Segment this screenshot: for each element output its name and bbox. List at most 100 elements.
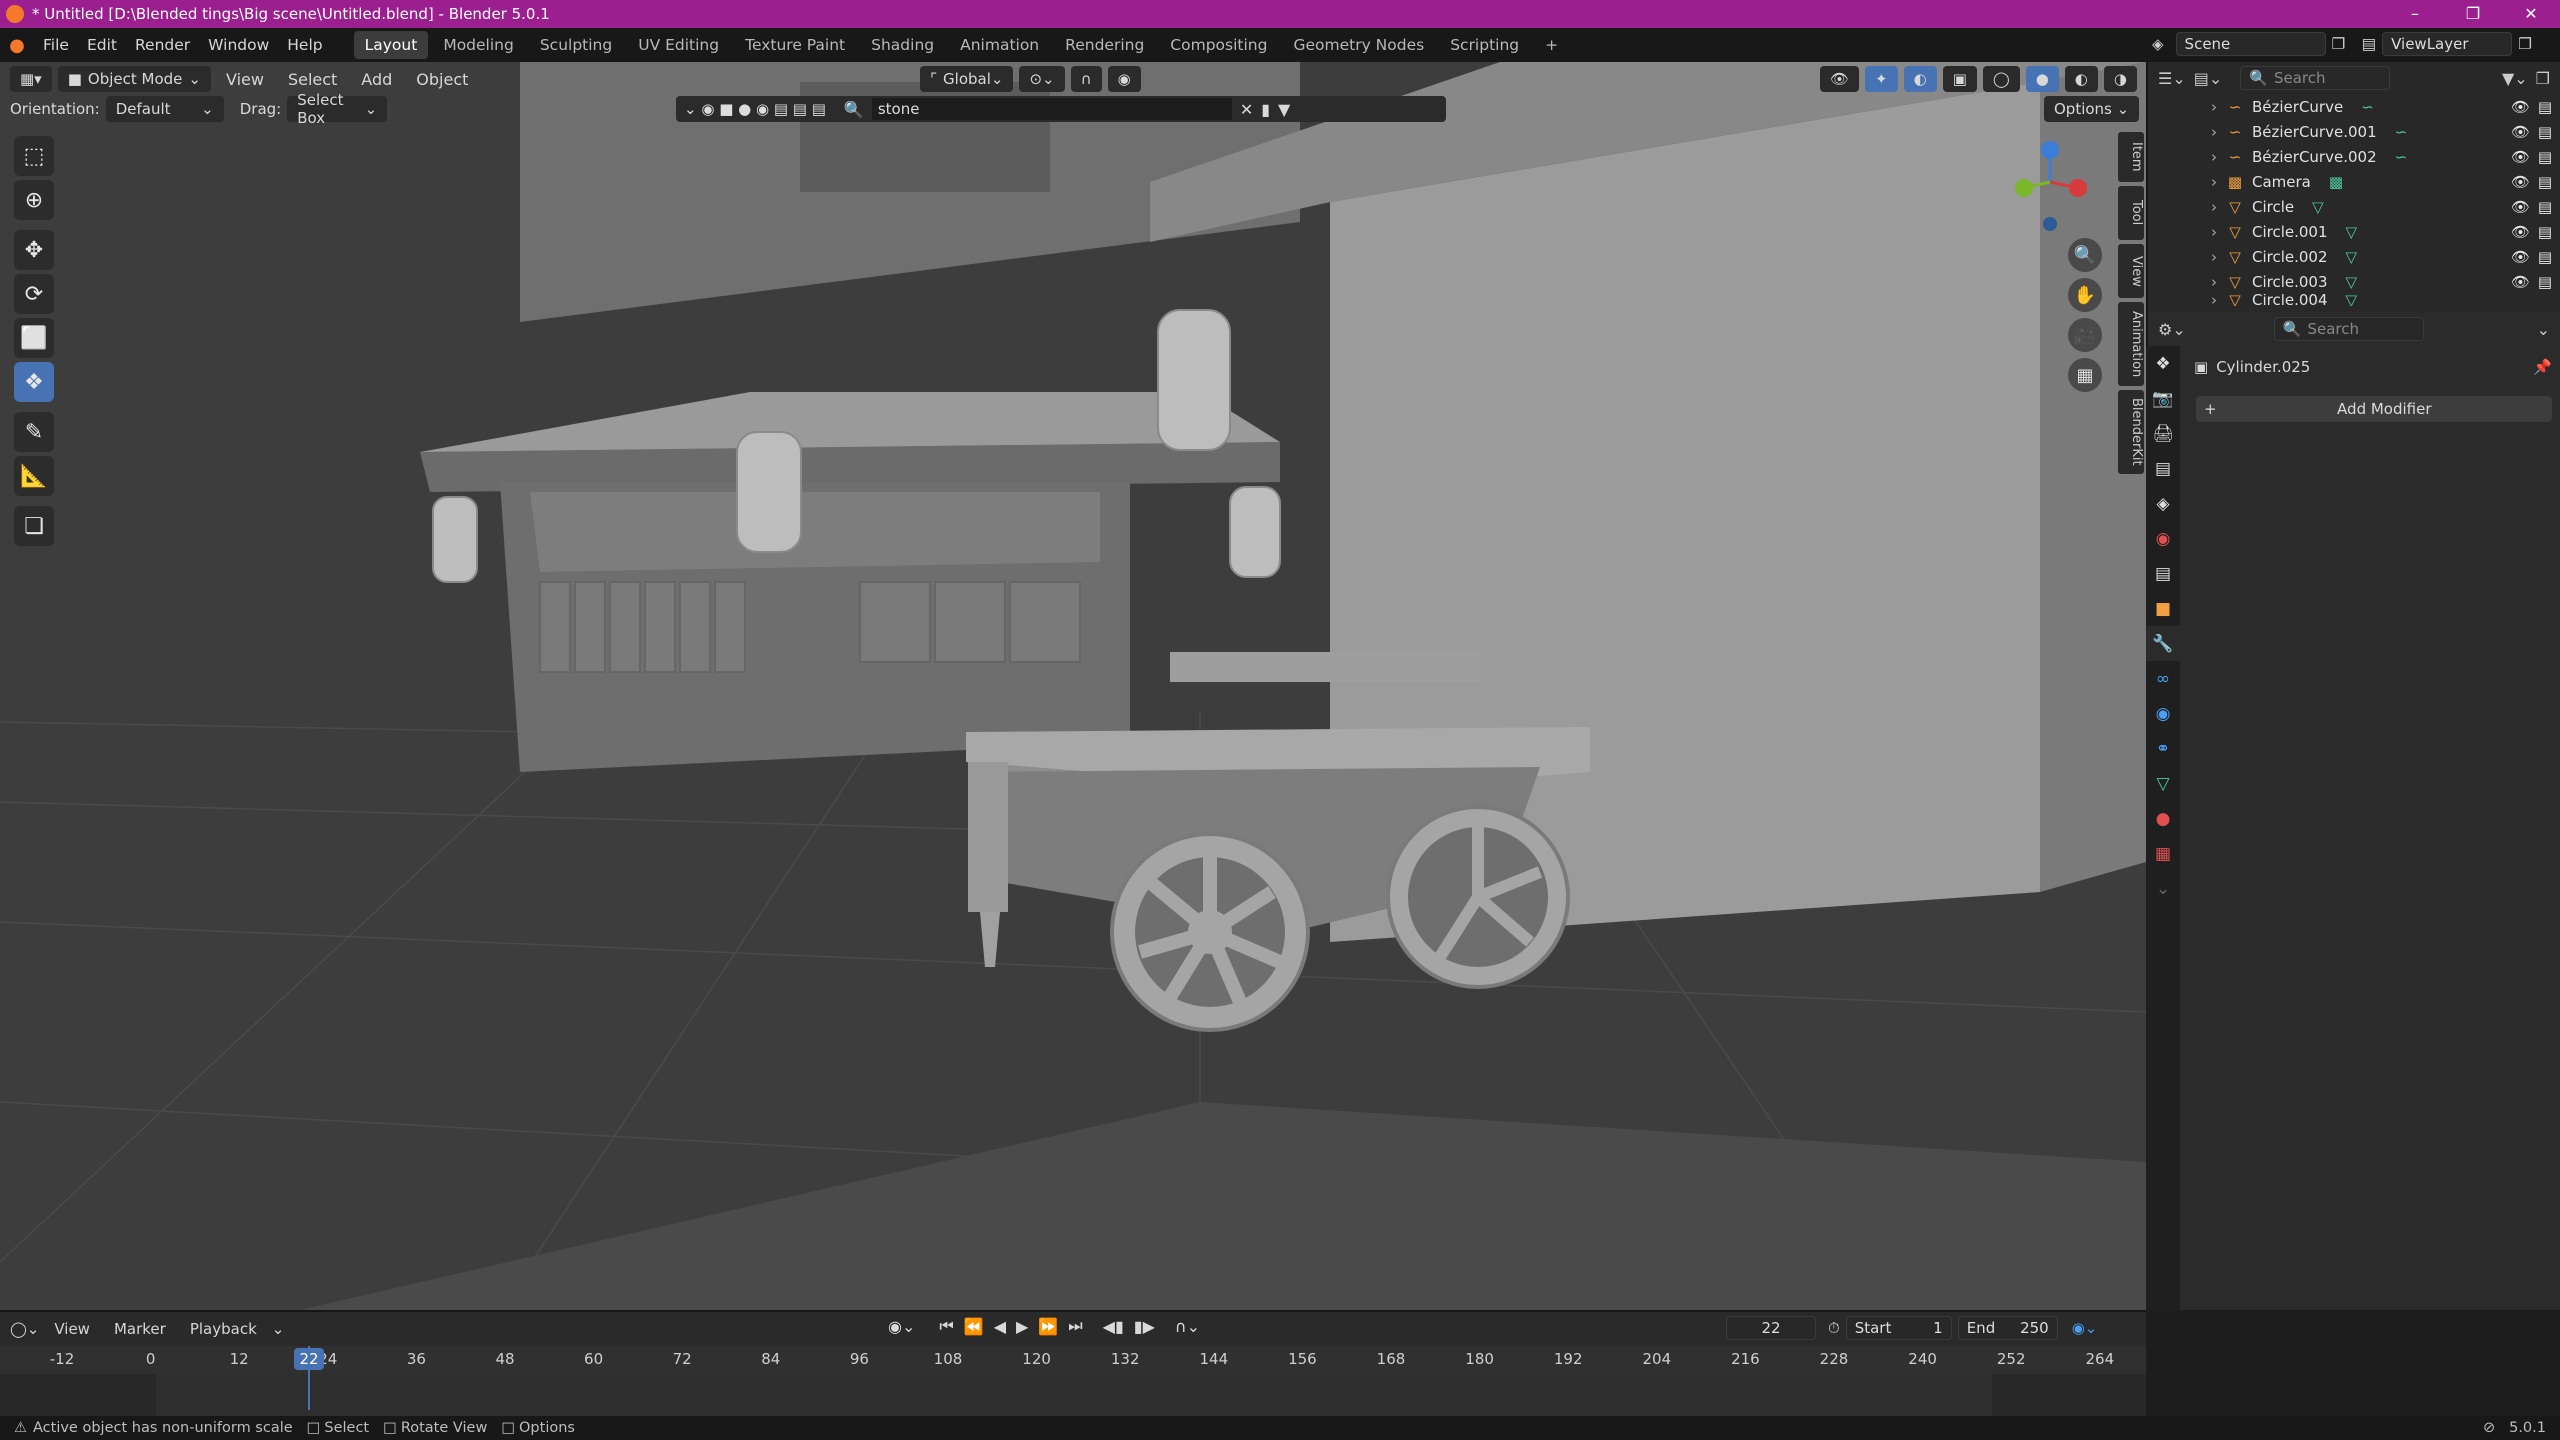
snap-icon[interactable]: ∩: [1070, 66, 1102, 92]
annotate-icon[interactable]: ✎: [14, 412, 54, 452]
rendered-shading-icon[interactable]: ◑: [2103, 66, 2137, 92]
next-keyframe-icon[interactable]: ⏩: [1038, 1317, 1058, 1336]
overlay-icon[interactable]: ◐: [1903, 66, 1937, 92]
tab-uv-editing[interactable]: UV Editing: [627, 31, 730, 59]
viewport-menu-object[interactable]: Object: [407, 70, 477, 89]
filter-funnel-icon[interactable]: ▼: [1278, 100, 1290, 119]
data-tab-icon[interactable]: ▽: [2146, 766, 2180, 801]
camera-render-icon[interactable]: ▤: [2538, 273, 2552, 291]
prev-marker-icon[interactable]: ◀▮: [1103, 1317, 1124, 1336]
particles-tab-icon[interactable]: ∞: [2146, 661, 2180, 696]
viewport-menu-select[interactable]: Select: [279, 70, 346, 89]
texture-tab-icon[interactable]: ▦: [2146, 836, 2180, 871]
eye-icon[interactable]: 👁: [2511, 223, 2530, 241]
world-tab-icon[interactable]: ◉: [2146, 521, 2180, 556]
play-reverse-icon[interactable]: ◀: [994, 1317, 1006, 1336]
eye-icon[interactable]: 👁: [2511, 198, 2530, 216]
properties-editor-icon[interactable]: ⚙⌄: [2158, 320, 2186, 339]
tab-rendering[interactable]: Rendering: [1054, 31, 1155, 59]
solid-shading-icon[interactable]: ●: [2025, 66, 2059, 92]
material-tab-icon[interactable]: ●: [2146, 801, 2180, 836]
scene-tab-icon[interactable]: ◈: [2146, 486, 2180, 521]
end-frame-field[interactable]: End 250: [1957, 1316, 2058, 1340]
next-marker-icon[interactable]: ▮▶: [1134, 1317, 1155, 1336]
outliner-item[interactable]: › ▽ Circle ▽ 👁 ▤: [2148, 194, 2560, 219]
measure-icon[interactable]: 📐: [14, 456, 54, 496]
filter-toggle-icons[interactable]: ⌄ ◉ ■ ● ◉ ▤ ▤ ▤: [684, 100, 826, 118]
start-frame-field[interactable]: Start 1: [1845, 1316, 1952, 1340]
viewport-menu-add[interactable]: Add: [352, 70, 401, 89]
chevron-down-icon[interactable]: ⌄: [2537, 320, 2550, 339]
expand-arrow-icon[interactable]: ›: [2204, 223, 2224, 241]
expand-arrow-icon[interactable]: ›: [2204, 273, 2224, 291]
pin-icon[interactable]: 📌: [2533, 358, 2552, 376]
tab-blenderkit[interactable]: BlenderKit: [2118, 390, 2144, 474]
camera-render-icon[interactable]: ▤: [2538, 148, 2552, 166]
viewport-menu-view[interactable]: View: [217, 70, 273, 89]
filter-search-input[interactable]: [871, 98, 1232, 120]
eye-icon[interactable]: 👁: [2511, 248, 2530, 266]
keying-icon[interactable]: ∩⌄: [1175, 1317, 1200, 1336]
expand-arrow-icon[interactable]: ›: [2204, 198, 2224, 216]
modifier-tab-icon[interactable]: 🔧: [2146, 626, 2180, 661]
minimize-icon[interactable]: –: [2386, 0, 2444, 28]
tab-modeling[interactable]: Modeling: [432, 31, 525, 59]
view-layer-field[interactable]: ViewLayer: [2382, 32, 2513, 56]
tab-item[interactable]: Item: [2118, 132, 2144, 182]
maximize-icon[interactable]: ❐: [2444, 0, 2502, 28]
camera-render-icon[interactable]: ▤: [2538, 198, 2552, 216]
outliner-search[interactable]: 🔍 Search: [2240, 66, 2391, 90]
navigation-gizmo[interactable]: [2000, 132, 2100, 232]
menu-file[interactable]: File: [34, 36, 78, 54]
playhead-frame[interactable]: 22: [294, 1348, 324, 1370]
prev-keyframe-icon[interactable]: ⏪: [964, 1317, 984, 1336]
display-mode-icon[interactable]: ▤⌄: [2194, 69, 2223, 88]
jump-end-icon[interactable]: ⏭: [1068, 1316, 1082, 1336]
eye-icon[interactable]: 👁: [2511, 173, 2530, 191]
blender-menu-icon[interactable]: ●: [0, 35, 34, 56]
view-layer-tab-icon[interactable]: ▤: [2146, 451, 2180, 486]
tab-layout[interactable]: Layout: [353, 31, 429, 59]
material-shading-icon[interactable]: ◐: [2064, 66, 2098, 92]
visibility-icon[interactable]: 👁: [1820, 66, 1860, 92]
camera-render-icon[interactable]: ▤: [2538, 98, 2552, 116]
move-icon[interactable]: ✥: [14, 230, 54, 270]
drag-dropdown[interactable]: Select Box ⌄: [287, 91, 388, 127]
outliner-item[interactable]: › ▽ Circle.003 ▽ 👁 ▤: [2148, 269, 2560, 294]
tab-geometry-nodes[interactable]: Geometry Nodes: [1282, 31, 1435, 59]
mode-dropdown[interactable]: ■ Object Mode ⌄: [57, 66, 211, 92]
camera-render-icon[interactable]: ▤: [2538, 248, 2552, 266]
outliner-item[interactable]: › ▽ Circle.002 ▽ 👁 ▤: [2148, 244, 2560, 269]
outliner-item[interactable]: › ∽ BézierCurve ∽ 👁 ▤: [2148, 94, 2560, 119]
expand-arrow-icon[interactable]: ›: [2204, 98, 2224, 116]
add-cube-icon[interactable]: ❏: [14, 506, 54, 546]
expand-arrow-icon[interactable]: ›: [2204, 248, 2224, 266]
eye-icon[interactable]: 👁: [2511, 148, 2530, 166]
tab-shading[interactable]: Shading: [860, 31, 945, 59]
tab-compositing[interactable]: Compositing: [1159, 31, 1278, 59]
camera-render-icon[interactable]: ▤: [2538, 123, 2552, 141]
zoom-icon[interactable]: 🔍: [2068, 238, 2102, 272]
eye-icon[interactable]: 👁: [2511, 273, 2530, 291]
view-layer-icon[interactable]: ▤: [2361, 35, 2376, 53]
tab-scripting[interactable]: Scripting: [1439, 31, 1530, 59]
timeline-menu-marker[interactable]: Marker: [105, 1320, 175, 1338]
play-icon[interactable]: ▶: [1016, 1317, 1028, 1336]
tab-tool[interactable]: Tool: [2118, 186, 2144, 240]
expand-arrow-icon[interactable]: ›: [2204, 123, 2224, 141]
scale-icon[interactable]: ⬜: [14, 318, 54, 358]
transform-orientation-dropdown[interactable]: ⌜ Global ⌄: [920, 66, 1014, 92]
render-tab-icon[interactable]: 📷: [2146, 381, 2180, 416]
timeline-editor-icon[interactable]: ◯⌄: [10, 1320, 39, 1338]
new-collection-icon[interactable]: ❐: [2536, 69, 2550, 88]
eye-icon[interactable]: 👁: [2511, 98, 2530, 116]
tool-tab-icon[interactable]: ❖: [2146, 346, 2180, 381]
outliner-item[interactable]: › ∽ BézierCurve.001 ∽ 👁 ▤: [2148, 119, 2560, 144]
camera-render-icon[interactable]: ▤: [2538, 173, 2552, 191]
menu-window[interactable]: Window: [199, 36, 278, 54]
rotate-icon[interactable]: ⟳: [14, 274, 54, 314]
pivot-icon[interactable]: ⊙⌄: [1019, 66, 1065, 92]
sync-icon[interactable]: ◉⌄: [2072, 1319, 2098, 1337]
scene-icon[interactable]: ◈: [2146, 35, 2170, 53]
transform-icon[interactable]: ❖: [14, 362, 54, 402]
